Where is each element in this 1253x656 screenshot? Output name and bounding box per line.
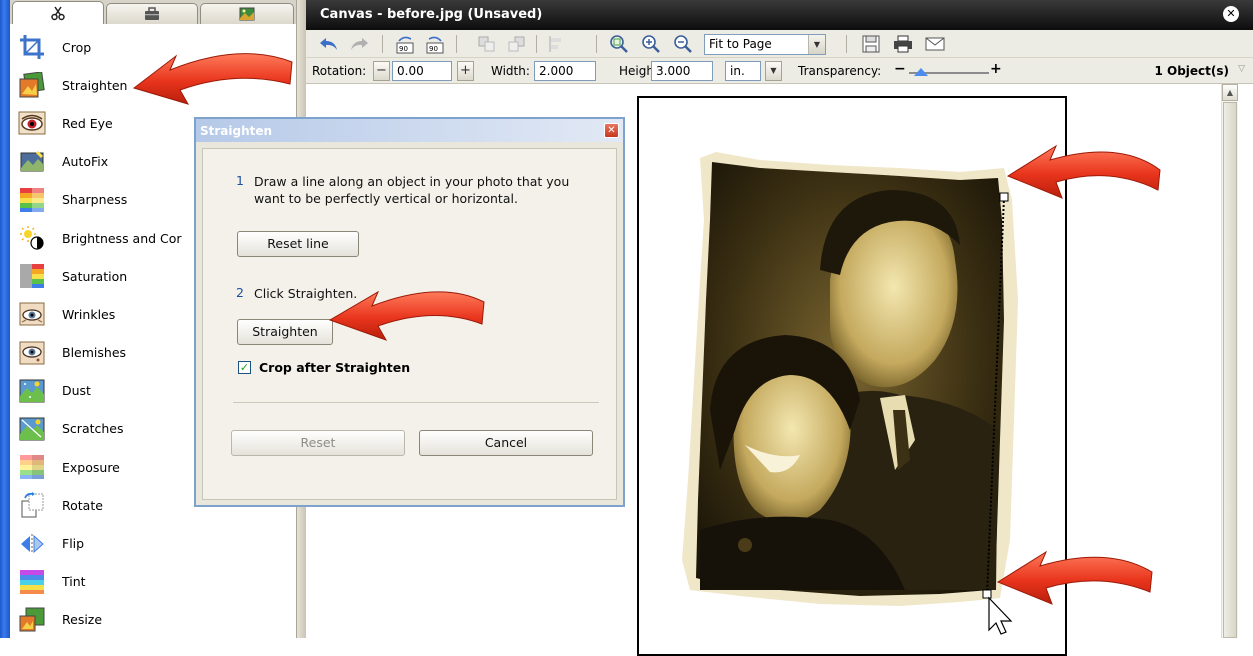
step-number: 1 bbox=[236, 173, 244, 188]
cancel-label: Cancel bbox=[484, 435, 528, 450]
dialog-close-icon[interactable]: ✕ bbox=[604, 123, 619, 138]
step1-instruction: Draw a line along an object in your phot… bbox=[254, 174, 570, 206]
line-handle-bottom[interactable] bbox=[982, 589, 992, 599]
dress-button bbox=[738, 538, 752, 552]
dialog-divider bbox=[233, 402, 599, 403]
reset-line-label: Reset line bbox=[267, 236, 329, 251]
reset-line-button[interactable]: Reset line bbox=[237, 231, 359, 257]
old-photo[interactable] bbox=[682, 152, 1018, 606]
dialog-body: 1 Draw a line along an object in your ph… bbox=[202, 148, 617, 500]
straighten-dialog: Straighten ✕ 1 Draw a line along an obje… bbox=[194, 117, 625, 507]
straighten-label: Straighten bbox=[252, 324, 318, 339]
photo-layer bbox=[682, 152, 1018, 606]
crop-after-label: Crop after Straighten bbox=[259, 360, 411, 375]
cancel-button[interactable]: Cancel bbox=[419, 430, 593, 456]
straighten-button[interactable]: Straighten bbox=[237, 319, 333, 345]
step2-instruction: Click Straighten. bbox=[254, 286, 358, 301]
crop-after-checkbox[interactable]: ✓ bbox=[238, 361, 251, 374]
step-number: 2 bbox=[236, 285, 244, 300]
line-handle-top[interactable] bbox=[999, 192, 1009, 202]
reset-button[interactable]: Reset bbox=[231, 430, 405, 456]
dialog-title: Straighten bbox=[200, 124, 273, 138]
dialog-title-bar: Straighten ✕ bbox=[196, 119, 623, 142]
reset-label: Reset bbox=[300, 435, 336, 450]
